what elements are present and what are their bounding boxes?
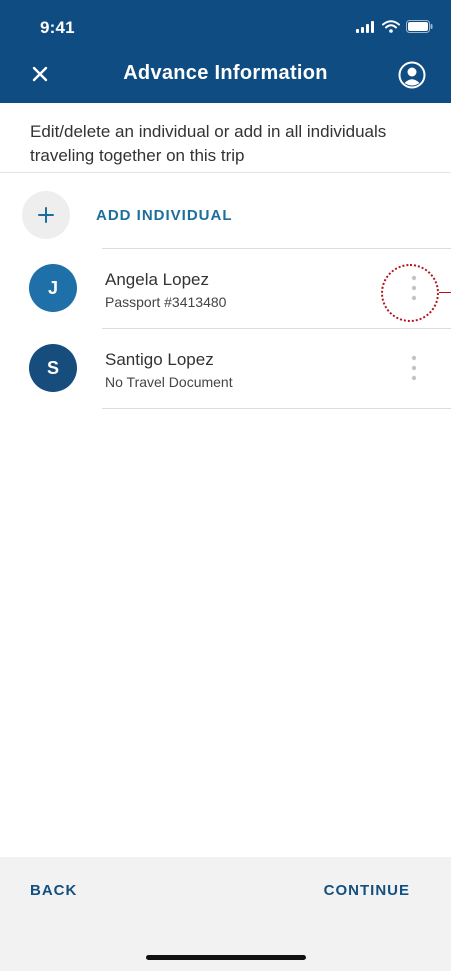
more-vertical-icon	[411, 355, 417, 381]
more-options-button[interactable]	[400, 350, 428, 386]
annotation-callout-line	[439, 292, 451, 293]
individual-name: Angela Lopez	[105, 270, 209, 289]
status-time: 9:41	[40, 18, 75, 37]
status-icons	[356, 20, 433, 33]
instructions-text: Edit/delete an individual or add in all …	[30, 122, 387, 165]
divider	[0, 172, 451, 173]
account-circle-icon	[398, 61, 426, 89]
divider	[102, 408, 451, 409]
add-circle	[22, 191, 70, 239]
plus-icon	[38, 207, 54, 223]
avatar: J	[29, 264, 77, 312]
more-vertical-icon	[411, 275, 417, 301]
battery-icon	[406, 20, 433, 33]
footer-bar: BACK CONTINUE	[0, 857, 451, 971]
individual-document: No Travel Document	[105, 374, 233, 390]
individual-name: Santigo Lopez	[105, 350, 214, 369]
advance-information-screen: 9:41 Advance Information Edit/delete an …	[0, 0, 451, 971]
more-options-button[interactable]	[400, 270, 428, 306]
page-title: Advance Information	[123, 62, 328, 84]
list-item-individual[interactable]: S Santigo Lopez No Travel Document	[0, 328, 451, 408]
app-header: 9:41 Advance Information	[0, 0, 451, 103]
continue-button[interactable]: CONTINUE	[324, 882, 410, 899]
wifi-icon	[382, 20, 400, 33]
list-item-individual[interactable]: J Angela Lopez Passport #3413480	[0, 248, 451, 328]
add-individual-button[interactable]: ADD INDIVIDUAL	[22, 191, 442, 239]
account-button[interactable]	[397, 60, 427, 90]
add-individual-label: ADD INDIVIDUAL	[96, 206, 233, 224]
avatar: S	[29, 344, 77, 392]
individual-document: Passport #3413480	[105, 294, 227, 310]
signal-icon	[356, 20, 374, 33]
back-button[interactable]: BACK	[30, 882, 77, 899]
home-indicator	[146, 955, 306, 960]
